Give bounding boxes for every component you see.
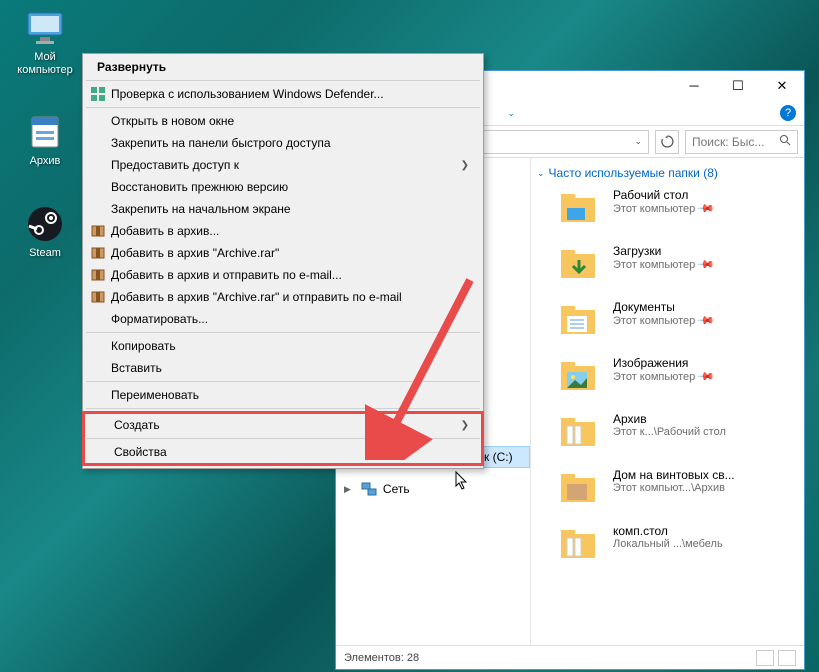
folder-icon [555, 188, 603, 230]
search-icon [779, 134, 791, 149]
desktop-icon-steam[interactable]: Steam [10, 204, 80, 260]
winrar-icon [89, 288, 107, 306]
search-placeholder: Поиск: Быс... [692, 135, 764, 149]
context-menu: Развернуть Проверка с использованием Win… [82, 53, 484, 469]
address-dropdown-icon[interactable]: ⌄ [634, 136, 642, 147]
pin-icon: 📌 [697, 311, 716, 330]
menu-add-rar-email[interactable]: Добавить в архив "Archive.rar" и отправи… [85, 286, 481, 308]
chevron-right-icon: ❯ [461, 420, 473, 431]
desktop-icon-label: Steam [10, 247, 80, 260]
folder-location: Этот компьютер📌 [613, 370, 713, 383]
view-icons-button[interactable] [778, 650, 796, 666]
frequent-folder-item[interactable]: ИзображенияЭтот компьютер📌 [537, 356, 798, 398]
nav-item-network[interactable]: ▶ Сеть [336, 478, 530, 500]
minimize-button[interactable]: ─ [672, 71, 716, 101]
frequent-folder-item[interactable]: АрхивЭтот к...\Рабочий стол [537, 412, 798, 454]
winrar-icon [89, 266, 107, 284]
menu-rename[interactable]: Переименовать [85, 384, 481, 406]
highlight-annotation: Создать❯ Свойства [82, 411, 484, 466]
menu-expand[interactable]: Развернуть [85, 56, 481, 78]
status-text: Элементов: 28 [344, 652, 419, 664]
folder-name: комп.стол [613, 524, 723, 538]
frequent-folder-item[interactable]: ДокументыЭтот компьютер📌 [537, 300, 798, 342]
folder-icon [555, 300, 603, 342]
menu-add-email[interactable]: Добавить в архив и отправить по e-mail..… [85, 264, 481, 286]
menu-add-archive[interactable]: Добавить в архив... [85, 220, 481, 242]
folder-location: Локальный ...\мебель [613, 538, 723, 550]
ribbon-expand-icon[interactable]: ⌄ [507, 108, 515, 119]
computer-icon [25, 8, 65, 48]
folder-name: Архив [613, 412, 726, 426]
content-pane[interactable]: ⌄ Часто используемые папки (8) Рабочий с… [531, 158, 804, 645]
folder-icon [555, 356, 603, 398]
frequent-folder-item[interactable]: Рабочий столЭтот компьютер📌 [537, 188, 798, 230]
frequent-folder-item[interactable]: комп.столЛокальный ...\мебель [537, 524, 798, 566]
frequent-folder-item[interactable]: Дом на винтовых св...Этот компьют...\Арх… [537, 468, 798, 510]
status-bar: Элементов: 28 [336, 645, 804, 669]
menu-restore[interactable]: Восстановить прежнюю версию [85, 176, 481, 198]
folder-location: Этот компьютер📌 [613, 202, 713, 215]
menu-add-archive-rar[interactable]: Добавить в архив "Archive.rar" [85, 242, 481, 264]
folder-icon [555, 412, 603, 454]
folder-icon [555, 524, 603, 566]
pin-icon: 📌 [697, 199, 716, 218]
folder-location: Этот к...\Рабочий стол [613, 426, 726, 438]
folder-name: Рабочий стол [613, 188, 713, 202]
folder-location: Этот компьютер📌 [613, 314, 713, 327]
desktop-icon-my-computer[interactable]: Мойкомпьютер [10, 8, 80, 76]
folder-location: Этот компьют...\Архив [613, 482, 735, 494]
folder-icon [555, 468, 603, 510]
refresh-button[interactable] [655, 130, 679, 154]
desktop-icon-archive[interactable]: Архив [10, 112, 80, 168]
folder-location: Этот компьютер📌 [613, 258, 713, 271]
winrar-icon [89, 222, 107, 240]
help-icon[interactable]: ? [780, 105, 796, 121]
menu-paste[interactable]: Вставить [85, 357, 481, 379]
folder-name: Дом на винтовых св... [613, 468, 735, 482]
menu-defender[interactable]: Проверка с использованием Windows Defend… [85, 83, 481, 105]
folder-name: Изображения [613, 356, 713, 370]
network-icon [361, 481, 377, 497]
desktop-icon-label: Мойкомпьютер [10, 51, 80, 76]
folder-name: Документы [613, 300, 713, 314]
winrar-icon [89, 244, 107, 262]
menu-grant-access[interactable]: Предоставить доступ к❯ [85, 154, 481, 176]
folder-icon [555, 244, 603, 286]
pin-icon: 📌 [697, 367, 716, 386]
close-button[interactable]: ✕ [760, 71, 804, 101]
maximize-button[interactable]: ☐ [716, 71, 760, 101]
pin-icon: 📌 [697, 255, 716, 274]
chevron-right-icon[interactable]: ▶ [344, 484, 351, 495]
menu-open-new-window[interactable]: Открыть в новом окне [85, 110, 481, 132]
menu-pin-quick-access[interactable]: Закрепить на панели быстрого доступа [85, 132, 481, 154]
chevron-down-icon[interactable]: ⌄ [537, 168, 545, 179]
menu-create[interactable]: Создать❯ [85, 414, 481, 436]
menu-properties[interactable]: Свойства [85, 441, 481, 463]
search-input[interactable]: Поиск: Быс... [685, 130, 798, 154]
frequent-folder-item[interactable]: ЗагрузкиЭтот компьютер📌 [537, 244, 798, 286]
view-details-button[interactable] [756, 650, 774, 666]
folder-name: Загрузки [613, 244, 713, 258]
section-header[interactable]: ⌄ Часто используемые папки (8) [537, 166, 798, 180]
menu-format[interactable]: Форматировать... [85, 308, 481, 330]
chevron-right-icon: ❯ [461, 160, 473, 171]
menu-pin-start[interactable]: Закрепить на начальном экране [85, 198, 481, 220]
steam-icon [25, 204, 65, 244]
menu-copy[interactable]: Копировать [85, 335, 481, 357]
archive-icon [25, 112, 65, 152]
defender-icon [89, 85, 107, 103]
desktop-icon-label: Архив [10, 155, 80, 168]
